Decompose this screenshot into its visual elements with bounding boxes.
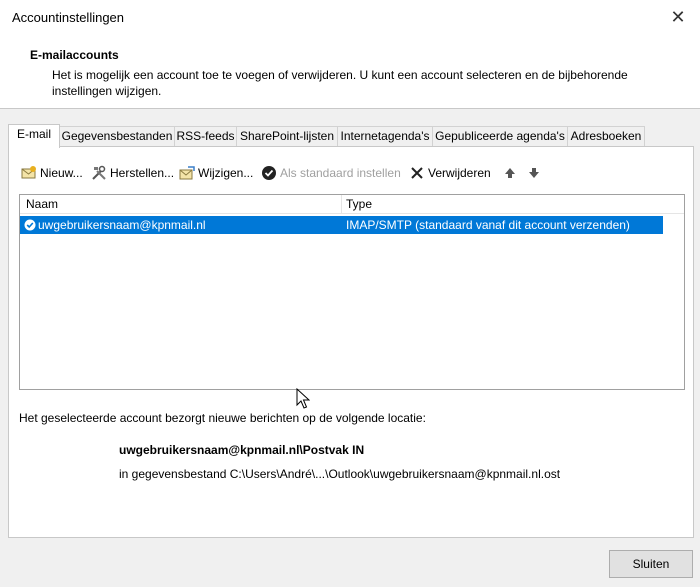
set-default-button[interactable]: Als standaard instellen [261, 163, 401, 183]
tab-rss-feeds[interactable]: RSS-feeds [174, 126, 237, 146]
title-bar: Accountinstellingen ✕ [0, 0, 700, 36]
delete-x-icon [411, 167, 423, 179]
repair-label: Herstellen... [110, 166, 175, 180]
arrow-down-icon [529, 168, 539, 178]
column-divider [341, 195, 342, 213]
checkmark-circle-icon [262, 166, 276, 180]
move-up-button[interactable] [502, 163, 518, 183]
delivery-location: uwgebruikersnaam@kpnmail.nl\Postvak IN [119, 443, 365, 457]
tab-email[interactable]: E-mail [8, 124, 60, 148]
remove-label: Verwijderen [428, 166, 491, 180]
header-description: Het is mogelijk een account toe te voege… [52, 68, 628, 98]
tab-internet-calendars[interactable]: Internetagenda's [337, 126, 433, 146]
close-icon[interactable]: ✕ [666, 6, 690, 30]
change-label: Wijzigen... [198, 166, 254, 180]
tab-address-books[interactable]: Adresboeken [567, 126, 645, 146]
set-default-label: Als standaard instellen [280, 166, 401, 180]
column-type[interactable]: Type [346, 197, 372, 211]
change-button[interactable]: Wijzigen... [179, 163, 253, 183]
repair-button[interactable]: Herstellen... [91, 163, 174, 183]
default-account-check-icon [24, 219, 36, 231]
tools-icon [92, 165, 106, 180]
data-file-path: in gegevensbestand C:\Users\André\...\Ou… [119, 467, 561, 481]
tab-published-calendars[interactable]: Gepubliceerde agenda's [432, 126, 568, 146]
tab-sharepoint-lists[interactable]: SharePoint-lijsten [236, 126, 338, 146]
arrow-up-icon [505, 168, 515, 178]
edit-account-icon [179, 166, 195, 180]
header-title: E-mailaccounts [30, 48, 119, 62]
new-label: Nieuw... [40, 166, 83, 180]
tab-data-files[interactable]: Gegevensbestanden [59, 126, 175, 146]
move-down-button[interactable] [526, 163, 542, 183]
account-name: uwgebruikersnaam@kpnmail.nl [38, 218, 206, 232]
table-row[interactable]: uwgebruikersnaam@kpnmail.nl IMAP/SMTP (s… [20, 216, 663, 234]
new-button[interactable]: Nieuw... [21, 163, 83, 183]
mouse-cursor-icon [296, 388, 310, 409]
email-tab-panel: Nieuw... Herstellen... Wijzigen... Als s… [8, 146, 694, 538]
remove-button[interactable]: Verwijderen [409, 163, 491, 183]
new-account-icon [21, 166, 36, 179]
close-button[interactable]: Sluiten [609, 550, 693, 578]
account-list[interactable]: Naam Type uwgebruikersnaam@kpnmail.nl IM… [19, 194, 685, 390]
delivery-info-text: Het geselecteerde account bezorgt nieuwe… [19, 411, 426, 425]
list-header: Naam Type [20, 195, 684, 214]
account-type: IMAP/SMTP (standaard vanaf dit account v… [346, 218, 630, 232]
window-title: Accountinstellingen [12, 10, 125, 25]
dialog-header: E-mailaccounts Het is mogelijk een accou… [0, 36, 700, 109]
column-name[interactable]: Naam [26, 197, 58, 211]
